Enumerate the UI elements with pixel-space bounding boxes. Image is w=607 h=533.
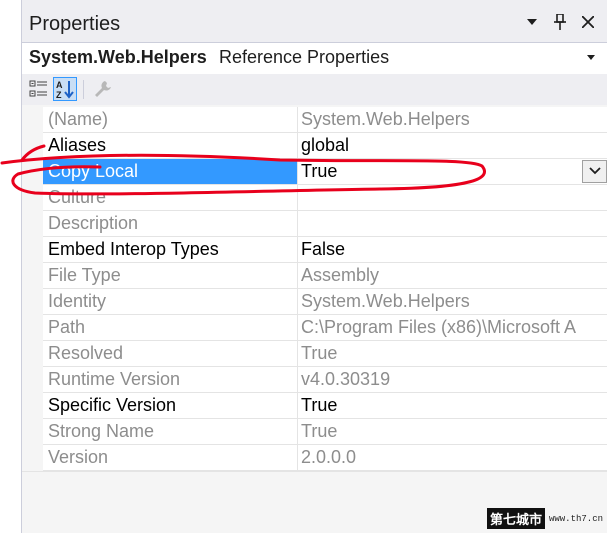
property-row[interactable]: Runtime Version v4.0.30319 (22, 367, 607, 393)
property-value: System.Web.Helpers (301, 109, 470, 129)
alphabetical-sort-icon[interactable]: A Z (53, 77, 77, 101)
property-row[interactable]: Resolved True (22, 341, 607, 367)
object-selector-dropdown-icon[interactable] (587, 52, 595, 62)
property-value[interactable]: False (298, 237, 607, 262)
title-bar: Properties (22, 0, 607, 42)
property-pages-wrench-icon[interactable] (90, 77, 114, 101)
row-margin (22, 185, 43, 211)
svg-text:Z: Z (56, 90, 62, 100)
row-margin (22, 289, 43, 315)
property-row[interactable]: Embed Interop Types False (22, 237, 607, 263)
property-name[interactable]: Resolved (43, 341, 298, 366)
properties-window: Properties System.Web.Helpers Reference … (22, 0, 607, 533)
row-margin (22, 393, 43, 419)
row-margin (22, 263, 43, 289)
property-name[interactable]: Embed Interop Types (43, 237, 298, 262)
close-icon[interactable] (581, 15, 595, 29)
properties-toolbar: A Z (22, 74, 607, 105)
property-row[interactable]: Version 2.0.0.0 (22, 445, 607, 471)
property-row[interactable]: Path C:\Program Files (x86)\Microsoft A (22, 315, 607, 341)
svg-text:A: A (56, 80, 63, 90)
property-name[interactable]: Strong Name (43, 419, 298, 444)
property-value: 2.0.0.0 (301, 447, 357, 467)
property-row[interactable]: Aliases global (22, 133, 607, 159)
property-grid: (Name) System.Web.Helpers Aliases global Cop… (22, 107, 607, 471)
value-dropdown-button[interactable] (582, 160, 607, 183)
property-row[interactable]: File Type Assembly (22, 263, 607, 289)
property-value: True (301, 421, 338, 441)
property-name[interactable]: Specific Version (43, 393, 298, 418)
property-value: True (301, 343, 338, 363)
categorized-icon[interactable] (27, 77, 51, 101)
property-name[interactable]: Description (43, 211, 298, 236)
property-value: System.Web.Helpers (301, 291, 470, 311)
property-name[interactable]: (Name) (43, 107, 298, 132)
property-name[interactable]: File Type (43, 263, 298, 288)
property-row[interactable]: Strong Name True (22, 419, 607, 445)
property-row[interactable]: (Name) System.Web.Helpers (22, 107, 607, 133)
property-value (298, 185, 607, 210)
chevron-down-icon (589, 167, 601, 175)
title-bar-buttons (525, 14, 595, 30)
dropdown-arrow-icon[interactable] (525, 15, 539, 29)
property-row[interactable]: Identity System.Web.Helpers (22, 289, 607, 315)
property-value (298, 211, 607, 236)
property-row[interactable]: Culture (22, 185, 607, 211)
pin-icon[interactable] (553, 14, 567, 30)
object-type: Reference Properties (219, 47, 390, 67)
property-value[interactable]: True (298, 159, 607, 184)
watermark: 第七城市 www.th7.cn (486, 508, 603, 529)
row-margin (22, 445, 43, 471)
property-name[interactable]: Culture (43, 185, 298, 210)
property-row[interactable]: Copy Local True (22, 159, 607, 185)
property-name[interactable]: Version (43, 445, 298, 470)
property-name[interactable]: Identity (43, 289, 298, 314)
row-margin (22, 133, 43, 159)
row-margin (22, 315, 43, 341)
row-margin (22, 159, 43, 185)
row-margin (22, 237, 43, 263)
property-name[interactable]: Runtime Version (43, 367, 298, 392)
property-value: C:\Program Files (x86)\Microsoft A (301, 317, 577, 337)
property-name[interactable]: Copy Local (43, 159, 298, 184)
property-value: v4.0.30319 (301, 369, 391, 389)
row-margin (22, 419, 43, 445)
window-title: Properties (29, 13, 121, 35)
toolbar-separator (83, 80, 84, 99)
property-value: Assembly (301, 265, 380, 285)
object-name: System.Web.Helpers (29, 47, 207, 67)
property-value[interactable]: global (298, 133, 607, 158)
property-value[interactable]: True (298, 393, 607, 418)
row-margin (22, 341, 43, 367)
property-row[interactable]: Specific Version True (22, 393, 607, 419)
property-name[interactable]: Aliases (43, 133, 298, 158)
watermark-url: www.th7.cn (548, 513, 603, 524)
row-margin (22, 211, 43, 237)
object-selector[interactable]: System.Web.Helpers Reference Properties (22, 42, 607, 75)
row-margin (22, 367, 43, 393)
property-name[interactable]: Path (43, 315, 298, 340)
watermark-site-name: 第七城市 (486, 508, 545, 529)
property-row[interactable]: Description (22, 211, 607, 237)
row-margin (22, 107, 43, 133)
left-gutter (0, 0, 22, 533)
